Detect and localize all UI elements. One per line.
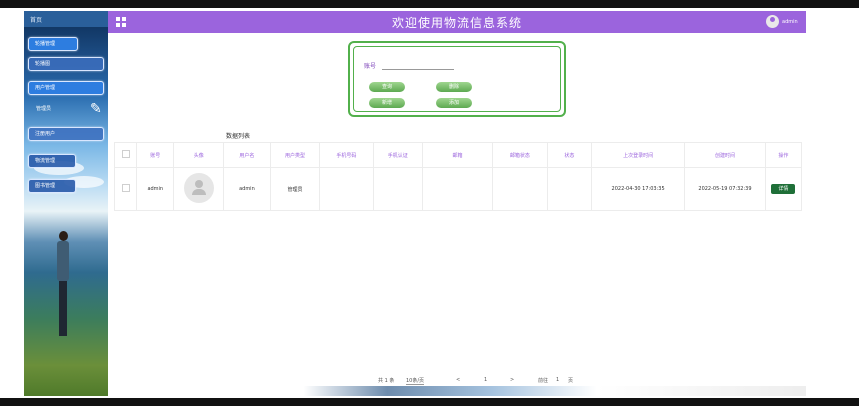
- column-header[interactable]: 创建时间: [684, 142, 766, 168]
- sidebar-item-label: 轮播图: [35, 61, 51, 67]
- table-title: 数据列表: [226, 133, 251, 140]
- avatar: [183, 173, 214, 203]
- table-header-row: 账号 头像 用户名 用户类型 手机号码 手机认证 邮箱 邮箱状态 状态 上次登录…: [113, 142, 803, 168]
- column-header[interactable]: 邮箱状态: [491, 142, 548, 168]
- sidebar-item-label: 注册用户: [35, 131, 56, 137]
- create-button[interactable]: 添加: [436, 98, 472, 108]
- cell-phone-auth: [372, 167, 424, 211]
- cell-actions: 详情: [764, 167, 803, 211]
- page-title: 欢迎使用物流信息系统: [391, 16, 522, 30]
- cell-account: admin: [136, 167, 175, 211]
- sidebar-background-figure: [56, 231, 70, 341]
- column-header[interactable]: 手机认证: [372, 142, 424, 168]
- goto-label: 前往: [538, 378, 549, 384]
- column-header[interactable]: 邮箱: [422, 142, 493, 168]
- user-name[interactable]: admin: [782, 19, 798, 25]
- table-row[interactable]: admin admin 管理员 2022-04-30 17:03:35 2022…: [113, 167, 803, 211]
- pen-icon: ✎: [90, 101, 102, 117]
- window-top-edge: [0, 0, 859, 8]
- search-panel-inner: 账号 查询 删除 新增 添加: [353, 46, 561, 112]
- column-header[interactable]: 账号: [136, 142, 175, 168]
- select-all-checkbox[interactable]: [121, 150, 130, 158]
- app-frame: 首页 轮播管理 轮播图 用户管理 管理员 ✎ 注册用户 物流管理 图书管理 欢迎…: [0, 0, 859, 406]
- select-all-checkbox-cell[interactable]: [113, 142, 138, 168]
- cell-phone: [319, 167, 374, 211]
- account-label: 账号: [364, 63, 377, 70]
- delete-button[interactable]: 删除: [436, 82, 472, 92]
- window-bottom-edge: [0, 398, 859, 406]
- detail-button[interactable]: 详情: [771, 184, 796, 194]
- footer-decoration: [108, 386, 806, 396]
- user-avatar[interactable]: [766, 15, 779, 28]
- cell-email: [422, 167, 493, 211]
- column-header[interactable]: 手机号码: [319, 142, 374, 168]
- sidebar-header: 首页: [24, 11, 108, 27]
- column-header[interactable]: 上次登录时间: [590, 142, 686, 168]
- search-panel: 账号 查询 删除 新增 添加: [348, 41, 566, 117]
- sidebar-item-label: 物流管理: [35, 158, 56, 164]
- column-header[interactable]: 用户名: [223, 142, 271, 168]
- search-button[interactable]: 查询: [369, 82, 405, 92]
- cell-user-type: 管理员: [269, 167, 321, 211]
- sidebar-item-admin[interactable]: 管理员: [36, 105, 51, 112]
- account-search-input[interactable]: [382, 60, 454, 70]
- prev-page-button[interactable]: <: [456, 377, 460, 383]
- cell-created: 2022-05-19 07:32:39: [684, 167, 766, 211]
- pagination-total: 共 1 条: [378, 378, 395, 384]
- cell-last-login: 2022-04-30 17:03:35: [590, 167, 686, 211]
- column-header[interactable]: 状态: [546, 142, 592, 168]
- add-button[interactable]: 新增: [369, 98, 405, 108]
- sidebar-item-carousel[interactable]: 轮播图: [28, 57, 104, 71]
- data-table: 账号 头像 用户名 用户类型 手机号码 手机认证 邮箱 邮箱状态 状态 上次登录…: [113, 142, 803, 211]
- row-checkbox-cell[interactable]: [113, 167, 138, 211]
- column-header: 头像: [173, 142, 225, 168]
- top-header: 欢迎使用物流信息系统 admin: [108, 11, 806, 33]
- cell-status: [546, 167, 592, 211]
- cell-email-status: [491, 167, 548, 211]
- cell-avatar: [173, 167, 225, 211]
- sidebar-item-label: 图书管理: [35, 183, 56, 189]
- column-header[interactable]: 用户类型: [269, 142, 321, 168]
- sidebar-item-books[interactable]: 图书管理: [28, 179, 76, 193]
- sidebar-item-carousel-management[interactable]: 轮播管理: [28, 37, 78, 51]
- sidebar-home-link[interactable]: 首页: [30, 15, 42, 24]
- cell-username: admin: [223, 167, 271, 211]
- column-header: 操作: [764, 142, 803, 168]
- current-page[interactable]: 1: [484, 377, 487, 383]
- sidebar-item-label: 用户管理: [35, 85, 56, 91]
- page-suffix: 页: [568, 378, 574, 384]
- page-size-select[interactable]: 10条/页: [406, 377, 425, 385]
- goto-page-input[interactable]: 1: [556, 377, 559, 383]
- row-checkbox[interactable]: [121, 184, 130, 192]
- sidebar-item-user-management[interactable]: 用户管理: [28, 81, 104, 95]
- sidebar-item-label: 轮播管理: [35, 41, 56, 47]
- sidebar-item-logistics[interactable]: 物流管理: [28, 154, 76, 168]
- next-page-button[interactable]: >: [510, 377, 514, 383]
- sidebar-item-registered-users[interactable]: 注册用户: [28, 127, 104, 141]
- sidebar: 首页 轮播管理 轮播图 用户管理 管理员 ✎ 注册用户 物流管理 图书管理: [24, 11, 108, 396]
